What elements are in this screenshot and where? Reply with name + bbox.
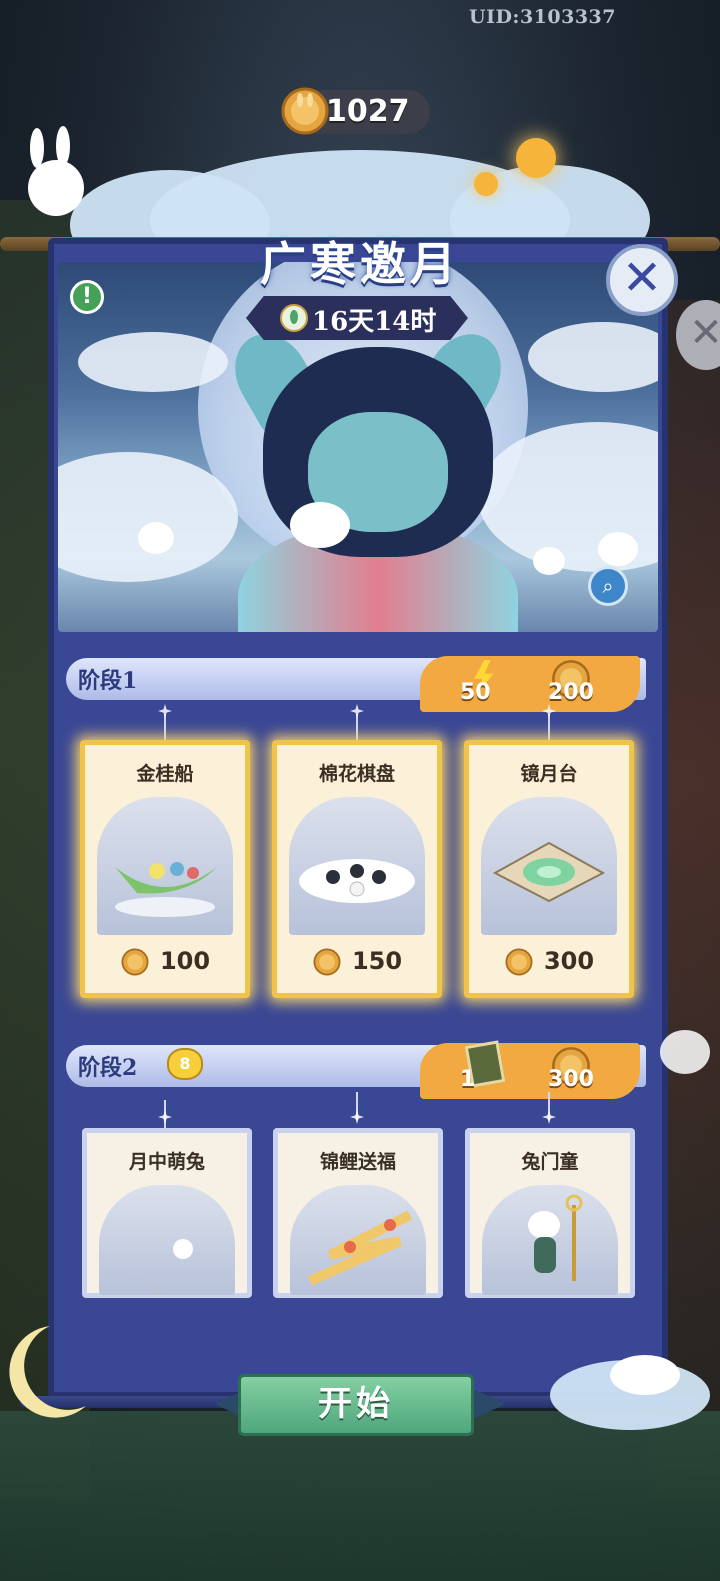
- mooncake-coin-icon: [121, 948, 149, 976]
- piggy-bank-icon: 8: [167, 1048, 203, 1080]
- item-name: 棉花棋盘: [318, 763, 395, 785]
- background-bottom: [0, 1411, 720, 1581]
- item-name: 月中萌兔: [128, 1151, 205, 1173]
- rabbit-decoration: [610, 1355, 680, 1395]
- stage-1-coin-value: 200: [548, 680, 594, 705]
- start-button[interactable]: 开始: [238, 1374, 474, 1436]
- lantern-decoration: [516, 138, 556, 178]
- rabbit-decoration: [533, 547, 565, 575]
- item-price: 150: [277, 947, 437, 977]
- item-name: 锦鲤送福: [319, 1151, 396, 1173]
- item-price: 100: [85, 947, 245, 977]
- item-name: 金桂船: [136, 763, 194, 785]
- rabbit-decoration: [28, 160, 84, 216]
- item-image-cotton-chessboard: [289, 797, 425, 935]
- stage-2-label: 阶段2: [78, 1055, 138, 1081]
- info-button[interactable]: !: [70, 280, 104, 314]
- cloud: [528, 322, 658, 392]
- item-image-moon-rabbit: [99, 1185, 235, 1295]
- crescent-moon-decoration: [0, 1320, 90, 1420]
- stage-1-reward: 50 200: [420, 656, 640, 712]
- item-image-rabbit-doorkeeper: [482, 1185, 618, 1295]
- item-card[interactable]: 镜月台 300: [464, 740, 634, 998]
- currency-display: 1027: [281, 87, 430, 135]
- item-name: 镜月台: [520, 763, 578, 785]
- item-card[interactable]: 金桂船 100: [80, 740, 250, 998]
- item-card[interactable]: 兔门童: [465, 1128, 635, 1298]
- event-timer: 16天14时: [246, 296, 468, 340]
- rabbit-decoration: [660, 1030, 710, 1074]
- item-image-mirror-moon-platform: [481, 797, 617, 935]
- card-pin-line: [548, 714, 550, 742]
- stage-2-coin-value: 300: [548, 1067, 594, 1092]
- lantern-decoration: [474, 172, 498, 196]
- rabbit-held: [290, 502, 350, 548]
- rabbit-ear: [56, 126, 70, 166]
- rabbit-decoration: [598, 532, 638, 566]
- stage-2-reward: 1 300: [420, 1040, 640, 1099]
- close-button[interactable]: ✕: [606, 244, 678, 316]
- card-pin-line: [356, 714, 358, 742]
- item-card[interactable]: 棉花棋盘 150: [272, 740, 442, 998]
- stage-2-ticket-value: 1: [460, 1067, 476, 1092]
- stage-1-label: 阶段1: [78, 668, 138, 694]
- currency-amount: 1027: [326, 94, 410, 129]
- item-price-value: 100: [159, 947, 211, 975]
- item-card[interactable]: 锦鲤送福: [273, 1128, 443, 1298]
- item-price-value: 300: [543, 947, 595, 975]
- mooncake-coin-icon: [313, 948, 341, 976]
- item-price-value: 150: [351, 947, 403, 975]
- timer-text: 16天14时: [312, 307, 437, 337]
- item-image-golden-boat: [97, 797, 233, 935]
- item-name: 兔门童: [521, 1151, 579, 1173]
- rabbit-ear: [30, 128, 44, 168]
- item-card[interactable]: 月中萌兔: [82, 1128, 252, 1298]
- clock-icon: [280, 304, 308, 332]
- zoom-icon[interactable]: ⌕: [588, 566, 628, 606]
- mooncake-coin-icon: [505, 948, 533, 976]
- rabbit-decoration: [138, 522, 174, 554]
- card-pin-line: [164, 714, 166, 742]
- item-price: 300: [469, 947, 629, 977]
- cloud: [78, 332, 228, 392]
- uid-label: UID:3103337: [469, 6, 616, 28]
- mooncake-coin-icon: [281, 87, 329, 135]
- item-image-koi-blessing: [290, 1185, 426, 1295]
- stage-1-energy-value: 50: [460, 680, 491, 705]
